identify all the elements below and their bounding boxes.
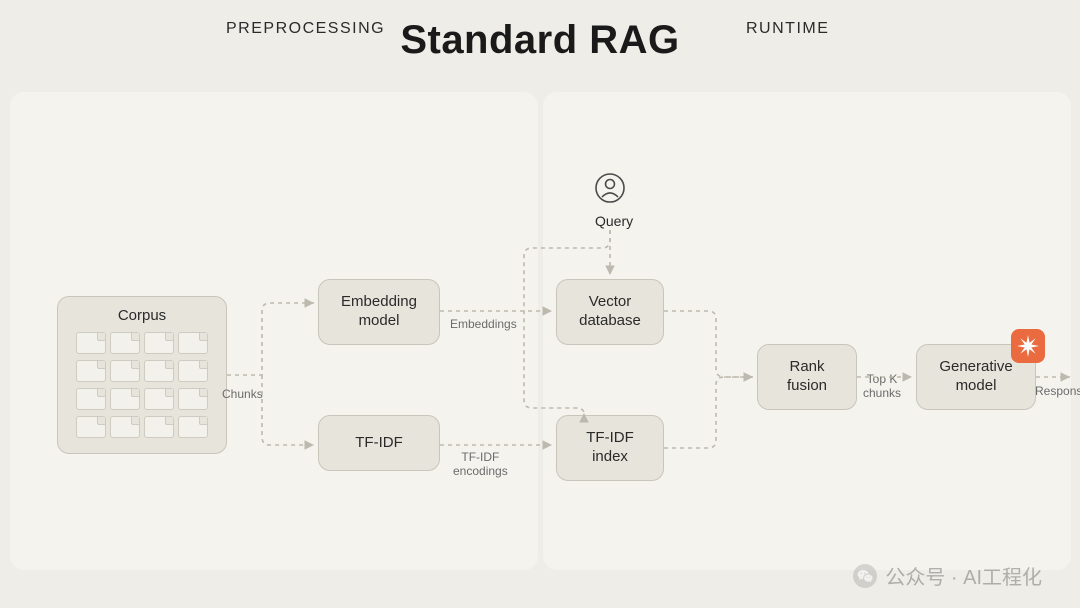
node-generative-label: Generative model: [939, 358, 1012, 396]
node-generative-model: Generative model: [916, 344, 1036, 410]
section-label-runtime: RUNTIME: [746, 20, 829, 38]
section-label-preprocessing: PREPROCESSING: [226, 20, 385, 38]
doc-icon: [110, 388, 140, 410]
doc-icon: [110, 360, 140, 382]
doc-icon: [144, 416, 174, 438]
node-tfidf-index: TF-IDF index: [556, 415, 664, 481]
node-tfidf-label: TF-IDF: [355, 434, 402, 453]
watermark-text: 公众号 · AI工程化: [885, 561, 1042, 590]
doc-icon: [76, 360, 106, 382]
doc-icon: [110, 416, 140, 438]
doc-icon: [144, 332, 174, 354]
doc-icon: [178, 388, 208, 410]
doc-icon: [144, 360, 174, 382]
node-vector-label: Vector database: [579, 293, 641, 331]
node-rank-fusion: Rank fusion: [757, 344, 857, 410]
edge-label-response: Response: [1035, 385, 1080, 399]
node-query-label: Query: [595, 213, 633, 229]
node-embedding-label: Embedding model: [341, 293, 417, 331]
node-rank-fusion-label: Rank fusion: [787, 358, 827, 396]
doc-icon: [178, 416, 208, 438]
doc-icon: [178, 360, 208, 382]
starburst-icon: [1011, 329, 1045, 363]
node-tfidf: TF-IDF: [318, 415, 440, 471]
wechat-icon: [853, 564, 877, 588]
node-vector-database: Vector database: [556, 279, 664, 345]
page-title: Standard RAG: [0, 18, 1080, 63]
edge-label-chunks: Chunks: [222, 388, 263, 402]
doc-icon: [76, 332, 106, 354]
edge-label-topk: Top K chunks: [863, 373, 901, 401]
node-corpus: Corpus: [57, 296, 227, 454]
edge-label-tfidf-encodings: TF-IDF encodings: [453, 451, 508, 479]
doc-icon: [178, 332, 208, 354]
doc-icon: [144, 388, 174, 410]
doc-icon: [76, 416, 106, 438]
edge-label-embeddings: Embeddings: [450, 318, 517, 332]
node-tfidf-index-label: TF-IDF index: [586, 429, 633, 467]
doc-icon: [110, 332, 140, 354]
node-embedding-model: Embedding model: [318, 279, 440, 345]
corpus-doc-grid: [76, 332, 208, 440]
watermark: 公众号 · AI工程化: [853, 561, 1042, 590]
node-corpus-label: Corpus: [118, 307, 166, 326]
doc-icon: [76, 388, 106, 410]
